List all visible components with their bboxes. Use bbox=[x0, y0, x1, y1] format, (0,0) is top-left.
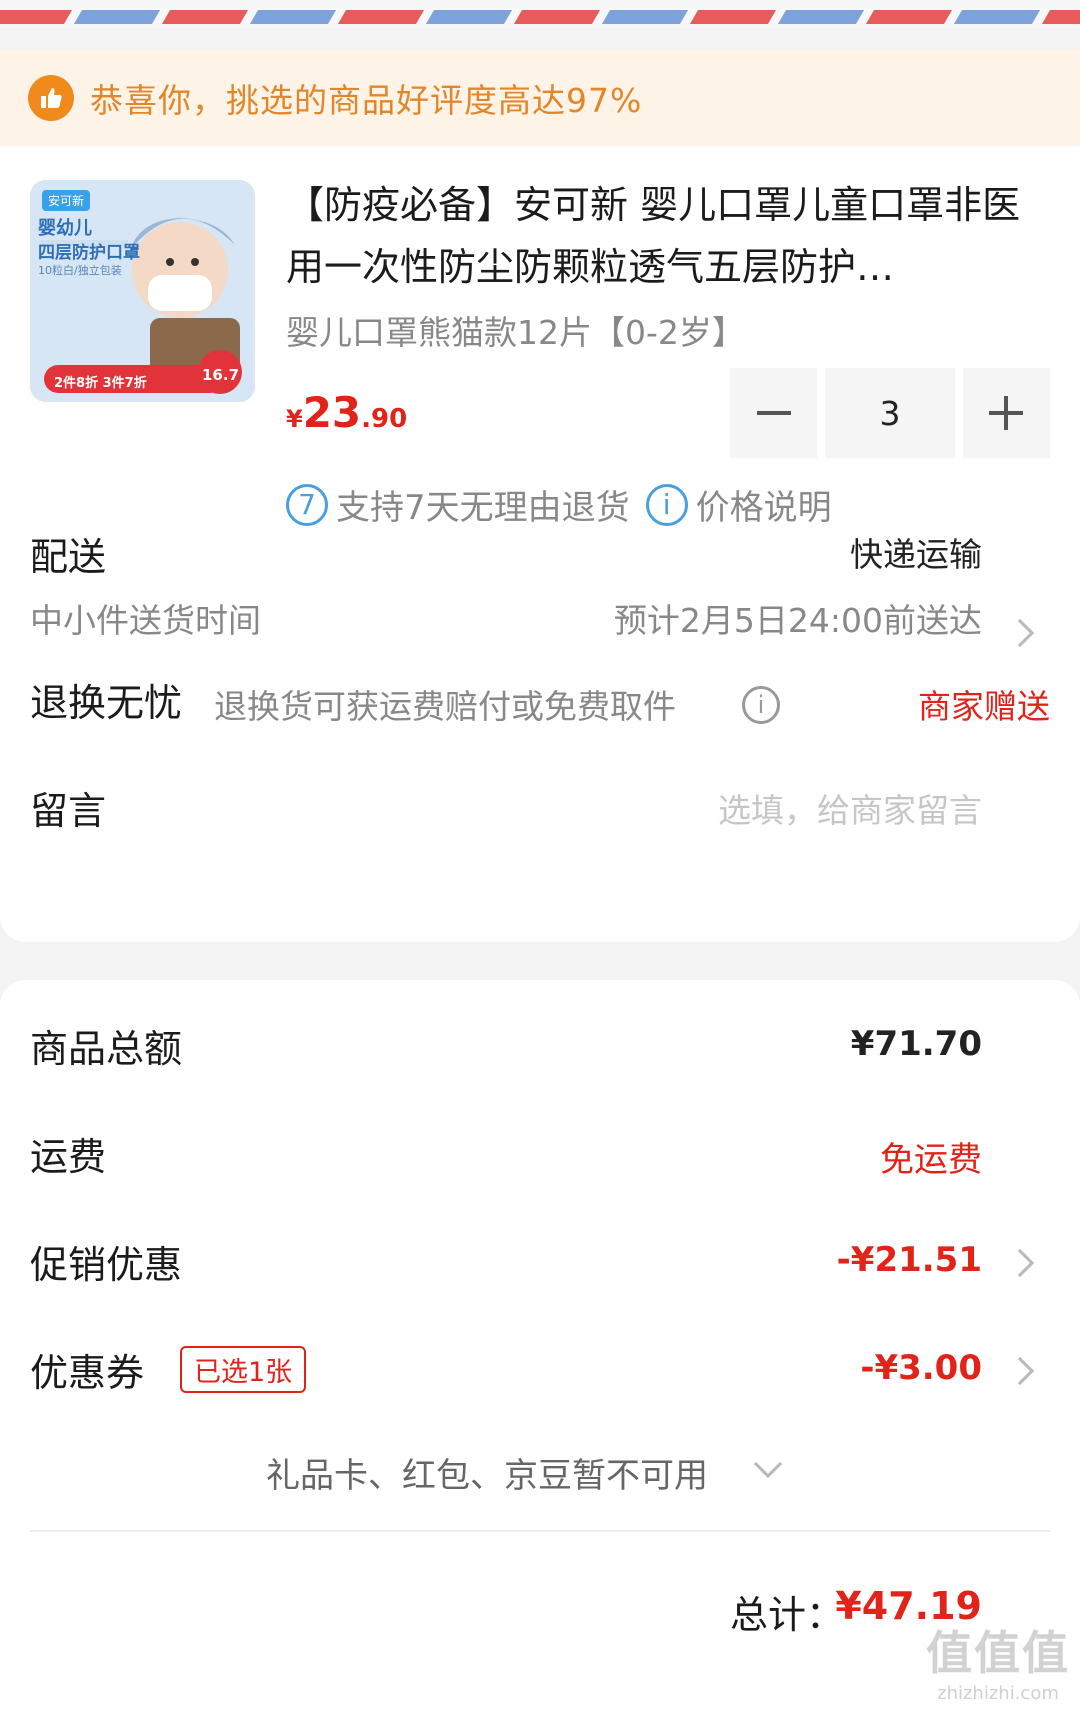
stripe-segment bbox=[161, 10, 249, 24]
product-image-promo: 2件8折 3件7折 bbox=[54, 376, 147, 391]
service-row: 7 支持7天无理由退货 i 价格说明 bbox=[286, 480, 832, 529]
plus-icon bbox=[989, 396, 1024, 430]
stripe-segment bbox=[953, 10, 1041, 24]
decrease-button[interactable] bbox=[730, 368, 818, 458]
product-image-title-1: 婴幼儿 bbox=[38, 218, 92, 239]
order-item-card: 恭喜你，挑选的商品好评度高达97% 安可新 婴幼儿 四层防护口罩 10粒白/独立… bbox=[0, 50, 1080, 942]
goods-total-label: 商品总额 bbox=[30, 1027, 183, 1071]
chevron-right-icon[interactable] bbox=[1005, 618, 1035, 648]
stripe-segment bbox=[777, 10, 865, 24]
shipping-value: 免运费 bbox=[880, 1140, 982, 1180]
thumbs-up-icon bbox=[28, 75, 74, 121]
stripe-segment bbox=[425, 10, 513, 24]
exchange-info-icon[interactable]: i bbox=[742, 686, 780, 724]
product-title[interactable]: 【防疫必备】安可新 婴儿口罩儿童口罩非医用一次性防尘防颗粒透气五层防护… bbox=[286, 174, 1046, 298]
exchange-label: 退换无忧 bbox=[30, 681, 183, 725]
minus-icon bbox=[756, 411, 791, 415]
message-input[interactable]: 选填，给商家留言 bbox=[718, 784, 982, 832]
delivery-method[interactable]: 快递运输 bbox=[850, 528, 982, 576]
product-spec: 婴儿口罩熊猫款12片【0-2岁】 bbox=[286, 313, 745, 352]
quantity-stepper: 3 bbox=[730, 368, 1050, 458]
price-decimal: .90 bbox=[361, 404, 408, 434]
promotion-label: 促销优惠 bbox=[30, 1243, 183, 1287]
increase-button[interactable] bbox=[962, 368, 1050, 458]
promotion-value[interactable]: -¥21.51 bbox=[837, 1240, 982, 1280]
stripe-segment bbox=[513, 10, 601, 24]
stripe-segment bbox=[865, 10, 953, 24]
coupon-selected-badge: 已选1张 bbox=[180, 1346, 307, 1393]
watermark-url: zhizhizhi.com bbox=[937, 1683, 1059, 1704]
product-price: ¥23.90 bbox=[286, 388, 407, 437]
info-icon: i bbox=[645, 483, 688, 526]
unavailable-notice[interactable]: 礼品卡、红包、京豆暂不可用 bbox=[266, 1448, 708, 1497]
exchange-desc: 退换货可获运费赔付或免费取件 bbox=[214, 687, 676, 726]
praise-notice-banner: 恭喜你，挑选的商品好评度高达97% bbox=[0, 50, 1080, 146]
quantity-field[interactable]: 3 bbox=[825, 368, 955, 458]
stripe-segment bbox=[337, 10, 425, 24]
coupon-label: 优惠券 bbox=[30, 1351, 145, 1395]
stripe-segment bbox=[689, 10, 777, 24]
product-image-promo-price: 16.7 bbox=[202, 366, 240, 384]
delivery-time-label: 中小件送货时间 bbox=[30, 601, 261, 640]
exchange-value: 商家赠送 bbox=[918, 687, 1050, 726]
price-integer: 23 bbox=[302, 388, 362, 437]
price-currency: ¥ bbox=[286, 405, 303, 433]
message-label: 留言 bbox=[30, 789, 107, 833]
product-brand-tag: 安可新 bbox=[42, 190, 91, 211]
coupon-value[interactable]: -¥3.00 bbox=[860, 1348, 982, 1388]
goods-total-value: ¥71.70 bbox=[850, 1024, 982, 1064]
shipping-label: 运费 bbox=[30, 1135, 107, 1179]
product-image-small-text: 10粒白/独立包装 bbox=[38, 264, 122, 277]
return-policy-text[interactable]: 支持7天无理由退货 bbox=[336, 480, 630, 529]
seven-day-return-icon: 7 bbox=[286, 483, 328, 526]
stripe-segment bbox=[249, 10, 337, 24]
price-explanation-link[interactable]: 价格说明 bbox=[696, 480, 832, 529]
stripe-segment bbox=[73, 10, 161, 24]
praise-notice-text: 恭喜你，挑选的商品好评度高达97% bbox=[90, 81, 643, 120]
stripe-segment bbox=[0, 10, 73, 24]
watermark-text: 值值值 bbox=[926, 1626, 1070, 1680]
summary-divider bbox=[30, 1530, 1050, 1532]
stripe-segment bbox=[1041, 10, 1080, 24]
total-label: 总计： bbox=[730, 1593, 845, 1637]
stripe-segment bbox=[601, 10, 689, 24]
product-image-title-2: 四层防护口罩 bbox=[38, 243, 140, 263]
airmail-stripe bbox=[0, 0, 1080, 28]
product-image[interactable]: 安可新 婴幼儿 四层防护口罩 10粒白/独立包装 2件8折 3件7折 16.7 bbox=[30, 180, 255, 402]
delivery-estimate: 预计2月5日24:00前送达 bbox=[613, 601, 982, 640]
watermark-logo: 值值值 zhizhizhi.com bbox=[926, 1617, 1070, 1704]
delivery-label: 配送 bbox=[30, 535, 107, 579]
